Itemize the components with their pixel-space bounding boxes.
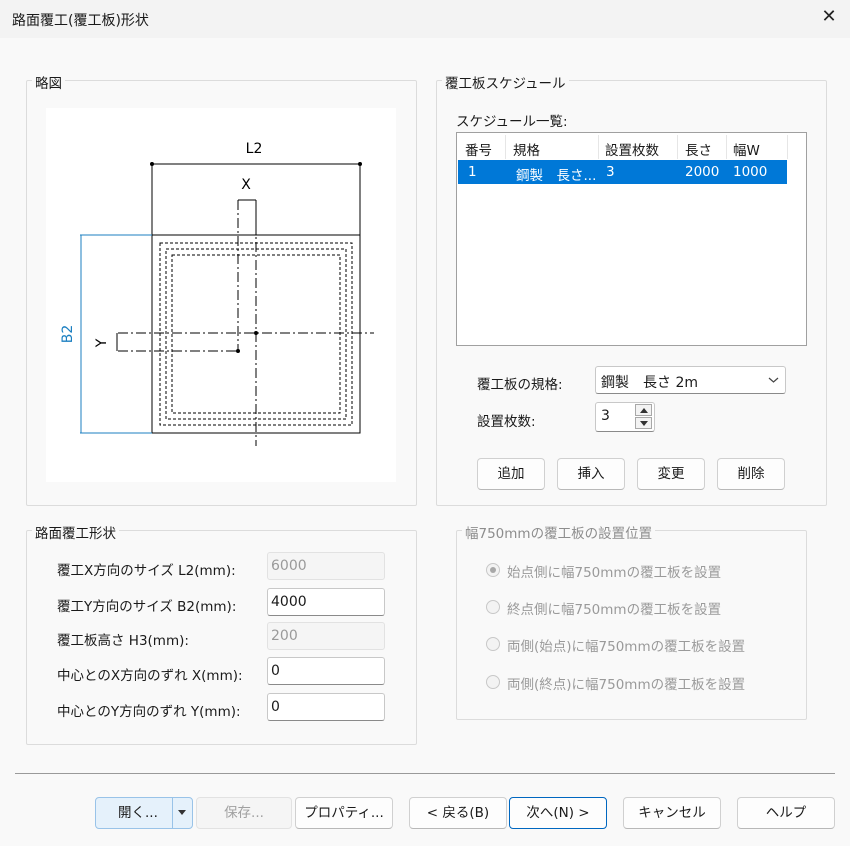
next-button[interactable]: 次へ(N) >	[509, 797, 607, 829]
spec-label: 覆工板の規格:	[477, 377, 563, 393]
offset-x-field[interactable]: 0	[267, 657, 385, 685]
count-stepper[interactable]: 3	[595, 402, 655, 432]
height-field: 200	[267, 622, 385, 650]
stepper-down-button[interactable]	[635, 417, 652, 429]
column-divider	[677, 135, 678, 159]
cell-number: 1	[468, 164, 477, 180]
spec-select[interactable]: 鋼製 長さ 2m	[595, 366, 786, 394]
help-button[interactable]: ヘルプ	[737, 797, 835, 829]
column-divider	[505, 135, 506, 159]
radio-start-side-label: 始点側に幅750mmの覆工板を設置	[507, 565, 722, 581]
arrow-down-icon	[640, 421, 648, 426]
window-title: 路面覆工(覆工板)形状	[12, 13, 149, 29]
offset-x-label: 中心とのX方向のずれ X(mm):	[57, 668, 243, 684]
radio-start-side	[486, 563, 500, 577]
change-button[interactable]: 変更	[637, 458, 705, 490]
cell-width: 1000	[733, 164, 768, 180]
properties-button[interactable]: プロパティ...	[295, 797, 393, 829]
footer-divider	[15, 773, 835, 774]
cell-count: 3	[606, 164, 615, 180]
column-divider	[726, 135, 727, 159]
offset-y-label: 中心とのY方向のずれ Y(mm):	[57, 704, 241, 720]
size-x-field: 6000	[267, 552, 385, 580]
count-value: 3	[601, 408, 610, 424]
radio-end-side-label: 終点側に幅750mmの覆工板を設置	[507, 602, 722, 618]
schedule-group-title: 覆工板スケジュール	[442, 72, 569, 92]
radio-both-end	[486, 675, 500, 689]
schematic-diagram: L2 X B2 Y	[46, 108, 396, 482]
close-icon[interactable]: ✕	[818, 6, 840, 28]
radio-both-start-label: 両側(始点)に幅750mmの覆工板を設置	[507, 639, 746, 655]
radio-end-side	[486, 600, 500, 614]
schedule-list[interactable]: 番号 規格 設置枚数 長さ 幅W 1 鋼製 長さ... 3 2000 1000	[456, 132, 807, 346]
cancel-button[interactable]: キャンセル	[623, 797, 721, 829]
spec-select-value: 鋼製 長さ 2m	[601, 375, 698, 391]
column-header-number[interactable]: 番号	[465, 139, 492, 159]
count-label: 設置枚数:	[477, 414, 536, 430]
size-y-field[interactable]: 4000	[267, 588, 385, 616]
l2-label: L2	[246, 141, 263, 157]
open-button-label: 開く...	[118, 805, 158, 821]
back-button[interactable]: < 戻る(B)	[409, 797, 507, 829]
column-header-spec[interactable]: 規格	[513, 139, 540, 159]
chevron-down-icon	[768, 377, 779, 383]
y-label: Y	[94, 338, 110, 348]
b2-label: B2	[60, 325, 76, 344]
stepper-up-button[interactable]	[635, 404, 652, 416]
column-divider	[598, 135, 599, 159]
column-header-length[interactable]: 長さ	[685, 139, 712, 159]
table-row[interactable]: 1 鋼製 長さ... 3 2000 1000	[458, 160, 787, 184]
schedule-list-label: スケジュール一覧:	[456, 114, 568, 130]
radio-both-end-label: 両側(終点)に幅750mmの覆工板を設置	[507, 677, 746, 693]
radio-both-start	[486, 637, 500, 651]
save-button: 保存...	[196, 797, 292, 829]
diagram-group-title: 略図	[32, 72, 65, 92]
column-header-count[interactable]: 設置枚数	[605, 139, 659, 159]
size-y-label: 覆工Y方向のサイズ B2(mm):	[57, 599, 237, 615]
arrow-up-icon	[640, 408, 648, 413]
add-button[interactable]: 追加	[477, 458, 545, 490]
column-header-width[interactable]: 幅W	[733, 139, 760, 159]
height-label: 覆工板高さ H3(mm):	[57, 633, 189, 649]
cell-spec: 鋼製 長さ...	[516, 168, 597, 184]
cell-length: 2000	[685, 164, 720, 180]
split-divider	[172, 798, 173, 828]
shape-group-title: 路面覆工形状	[32, 522, 119, 542]
delete-button[interactable]: 削除	[717, 458, 785, 490]
size-x-label: 覆工X方向のサイズ L2(mm):	[57, 563, 236, 579]
offset-y-field[interactable]: 0	[267, 693, 385, 721]
position-group-title: 幅750mmの覆工板の設置位置	[462, 522, 656, 542]
column-divider	[787, 135, 788, 159]
x-label: X	[241, 177, 251, 193]
insert-button[interactable]: 挿入	[557, 458, 625, 490]
chevron-down-icon[interactable]	[178, 810, 186, 815]
